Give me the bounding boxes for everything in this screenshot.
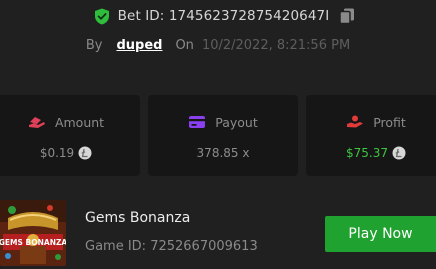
- litecoin-icon: [78, 146, 92, 160]
- username-link[interactable]: duped: [116, 38, 162, 53]
- profit-label: Profit: [373, 114, 406, 130]
- bet-id-row: Bet ID: 174562372875420647I: [0, 4, 436, 28]
- hand-money-icon: [28, 117, 45, 128]
- amount-value: $0.19: [39, 146, 75, 160]
- amount-card: Amount $0.19: [0, 95, 140, 176]
- profit-card: Profit $75.37: [306, 95, 436, 176]
- card-icon: [189, 116, 206, 128]
- bet-date: 10/2/2022, 8:21:56 PM: [201, 37, 351, 53]
- payout-label: Payout: [215, 114, 258, 130]
- thumbnail-title: GEMS BONANZA: [0, 238, 66, 247]
- copy-icon[interactable]: [338, 7, 356, 25]
- game-id: Game ID: 7252667009613: [85, 239, 258, 254]
- verified-shield-icon: [94, 8, 109, 24]
- game-name[interactable]: Gems Bonanza: [85, 210, 190, 226]
- profit-value: $75.37: [346, 146, 388, 160]
- amount-label: Amount: [54, 114, 105, 130]
- bet-meta-row: By duped On 10/2/2022, 8:21:56 PM: [0, 35, 436, 55]
- play-now-button[interactable]: Play Now: [325, 216, 436, 252]
- payout-value: 378.85 x: [196, 146, 250, 160]
- bet-id: Bet ID: 174562372875420647I: [117, 8, 330, 24]
- hand-coins-icon: [347, 115, 364, 128]
- on-label: On: [175, 37, 194, 53]
- payout-card: Payout 378.85 x: [148, 95, 298, 176]
- litecoin-icon: [392, 146, 406, 160]
- by-label: By: [85, 37, 103, 53]
- gems-bonanza-artwork: GEMS BONANZA: [0, 200, 66, 266]
- game-thumbnail[interactable]: GEMS BONANZA: [0, 200, 66, 266]
